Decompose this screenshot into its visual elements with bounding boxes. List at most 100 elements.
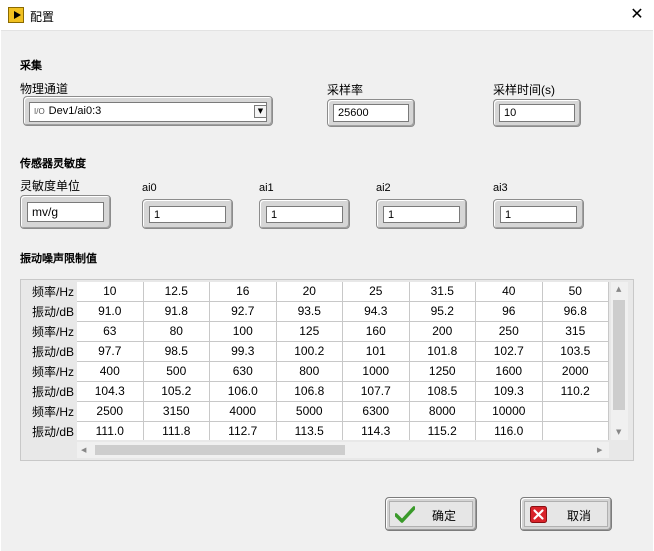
ai0-control: 1 [142, 199, 233, 229]
table-cell[interactable]: 97.7 [77, 342, 144, 362]
table-cell[interactable]: 10 [77, 282, 144, 302]
table-cell[interactable]: 109.3 [476, 382, 543, 402]
table-cell[interactable]: 101 [343, 342, 410, 362]
table-cell[interactable]: 96 [476, 302, 543, 322]
table-cell[interactable]: 116.0 [476, 422, 543, 440]
table-cell[interactable]: 4000 [210, 402, 277, 422]
channel-field[interactable]: I/O Dev1/ai0:3 [29, 102, 267, 122]
table-cell[interactable]: 111.0 [77, 422, 144, 440]
table-cell[interactable]: 100 [210, 322, 277, 342]
table-cell[interactable]: 1000 [343, 362, 410, 382]
table-cell[interactable]: 40 [476, 282, 543, 302]
table-cell[interactable]: 3150 [143, 402, 210, 422]
table-cell[interactable]: 2500 [77, 402, 144, 422]
table-cell[interactable]: 630 [210, 362, 277, 382]
table-cell[interactable]: 31.5 [409, 282, 476, 302]
table-cell[interactable]: 96.8 [542, 302, 609, 322]
table-cell[interactable]: 1600 [476, 362, 543, 382]
table-cell[interactable]: 80 [143, 322, 210, 342]
table-cell[interactable]: 95.2 [409, 302, 476, 322]
table-cell[interactable]: 100.2 [276, 342, 343, 362]
channel-dropdown-button[interactable]: ▼ [254, 105, 267, 118]
row-header: 频率/Hz [31, 365, 74, 379]
table-row: 2500 3150 4000 5000 6300 8000 10000 [77, 402, 609, 422]
row-header: 频率/Hz [31, 285, 74, 299]
table-cell[interactable]: 10000 [476, 402, 543, 422]
time-field[interactable]: 10 [499, 104, 575, 122]
table-row: 97.7 98.5 99.3 100.2 101 101.8 102.7 103… [77, 342, 609, 362]
table-cell[interactable]: 125 [276, 322, 343, 342]
table-vertical-scrollbar[interactable]: ▲ ▼ [611, 282, 628, 440]
ai1-field[interactable]: 1 [266, 206, 343, 223]
table-cell[interactable]: 50 [542, 282, 609, 302]
table-horizontal-scrollbar[interactable]: ◀ ▶ [77, 442, 609, 458]
table-cell[interactable]: 102.7 [476, 342, 543, 362]
table-cell[interactable]: 25 [343, 282, 410, 302]
ai3-field[interactable]: 1 [500, 206, 577, 223]
row-header: 频率/Hz [31, 325, 74, 339]
table-cell[interactable]: 315 [542, 322, 609, 342]
table-cell[interactable]: 12.5 [143, 282, 210, 302]
row-header: 振动/dB [31, 425, 74, 439]
table-cell[interactable] [542, 402, 609, 422]
table-cell[interactable]: 101.8 [409, 342, 476, 362]
ok-button-label: 确定 [432, 509, 457, 523]
table-cell[interactable]: 500 [143, 362, 210, 382]
table-cell[interactable]: 104.3 [77, 382, 144, 402]
ai2-field[interactable]: 1 [383, 206, 460, 223]
unit-field[interactable]: mv/g [27, 202, 104, 222]
table-cell[interactable]: 250 [476, 322, 543, 342]
table-grid: 10 12.5 16 20 25 31.5 40 50 91.0 91.8 92… [77, 282, 609, 440]
ai1-control: 1 [259, 199, 350, 229]
table-cell[interactable]: 20 [276, 282, 343, 302]
scroll-up-arrow-icon[interactable]: ▲ [616, 285, 621, 293]
scroll-left-arrow-icon[interactable]: ◀ [81, 446, 86, 454]
time-label: 采样时间(s) [493, 83, 555, 97]
table-cell[interactable]: 111.8 [144, 422, 210, 440]
table-cell[interactable]: 93.5 [276, 302, 343, 322]
channel-value: Dev1/ai0:3 [48, 105, 102, 117]
table-cell[interactable]: 105.2 [143, 382, 210, 402]
table-cell[interactable]: 107.7 [343, 382, 410, 402]
scroll-right-arrow-icon[interactable]: ▶ [597, 446, 602, 454]
horizontal-scroll-thumb[interactable] [95, 445, 345, 455]
table-row: 400 500 630 800 1000 1250 1600 2000 [77, 362, 609, 382]
ai0-label: ai0 [142, 182, 157, 194]
table-cell[interactable]: 91.0 [77, 302, 144, 322]
table-cell[interactable]: 16 [210, 282, 277, 302]
table-cell[interactable] [543, 422, 609, 440]
table-cell[interactable]: 200 [409, 322, 476, 342]
table-cell[interactable]: 99.3 [210, 342, 277, 362]
table-cell[interactable]: 114.3 [343, 422, 410, 440]
table-cell[interactable]: 94.3 [343, 302, 410, 322]
scroll-down-arrow-icon[interactable]: ▼ [616, 428, 621, 436]
table-cell[interactable]: 2000 [542, 362, 609, 382]
table-cell[interactable]: 5000 [276, 402, 343, 422]
table-cell[interactable]: 112.7 [210, 422, 277, 440]
table-cell[interactable]: 106.8 [276, 382, 343, 402]
vertical-scroll-thumb[interactable] [613, 300, 625, 410]
table-cell[interactable]: 160 [343, 322, 410, 342]
table-row: 10 12.5 16 20 25 31.5 40 50 [77, 282, 609, 302]
table-cell[interactable]: 63 [77, 322, 144, 342]
dialog-client-area: 采集 物理通道 I/O Dev1/ai0:3 ▼ 采样率 25600 采样时间(s… [1, 30, 653, 551]
table-cell[interactable]: 92.7 [210, 302, 277, 322]
table-cell[interactable]: 98.5 [143, 342, 210, 362]
table-cell[interactable]: 8000 [409, 402, 476, 422]
table-cell[interactable]: 115.2 [410, 422, 476, 440]
table-cell[interactable]: 6300 [343, 402, 410, 422]
table-cell[interactable]: 113.5 [277, 422, 343, 440]
close-button[interactable]: ✕ [627, 4, 647, 24]
ok-button[interactable]: 确定 [385, 497, 477, 531]
table-cell[interactable]: 800 [276, 362, 343, 382]
table-cell[interactable]: 103.5 [542, 342, 609, 362]
table-cell[interactable]: 91.8 [143, 302, 210, 322]
table-cell[interactable]: 1250 [409, 362, 476, 382]
table-cell[interactable]: 108.5 [409, 382, 476, 402]
table-cell[interactable]: 106.0 [210, 382, 277, 402]
rate-field[interactable]: 25600 [333, 104, 409, 122]
table-cell[interactable]: 400 [77, 362, 144, 382]
ai0-field[interactable]: 1 [149, 206, 226, 223]
table-cell[interactable]: 110.2 [542, 382, 609, 402]
cancel-button[interactable]: 取消 [520, 497, 612, 531]
